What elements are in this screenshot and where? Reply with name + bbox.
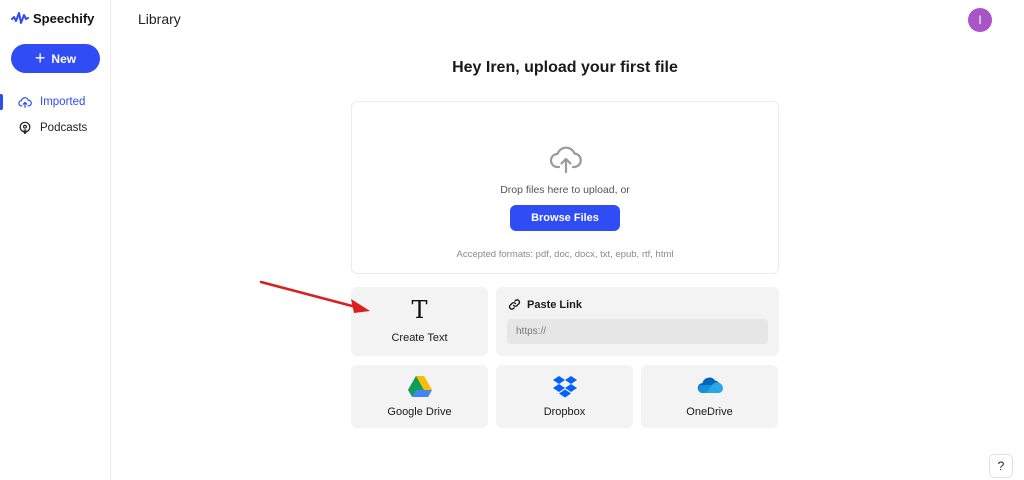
link-icon bbox=[508, 299, 521, 310]
paste-link-card: Paste Link bbox=[496, 287, 779, 356]
app-name: Speechify bbox=[33, 10, 95, 26]
onedrive-label: OneDrive bbox=[686, 406, 733, 418]
accepted-formats-text: Accepted formats: pdf, doc, docx, txt, e… bbox=[456, 249, 674, 260]
plus-icon: + bbox=[34, 47, 46, 68]
browse-files-button[interactable]: Browse Files bbox=[510, 205, 620, 231]
onedrive-card[interactable]: OneDrive bbox=[641, 365, 778, 428]
drop-files-text: Drop files here to upload, or bbox=[500, 184, 630, 196]
cloud-upload-icon bbox=[18, 97, 32, 108]
sidebar-item-label: Imported bbox=[40, 96, 86, 108]
onedrive-icon bbox=[697, 377, 723, 394]
dropbox-label: Dropbox bbox=[543, 406, 586, 418]
paste-link-header: Paste Link bbox=[508, 298, 582, 311]
help-button[interactable]: ? bbox=[989, 454, 1013, 478]
google-drive-label: Google Drive bbox=[387, 406, 452, 418]
google-drive-card[interactable]: Google Drive bbox=[351, 365, 488, 428]
cloud-upload-icon bbox=[549, 146, 582, 174]
new-button-label: New bbox=[51, 51, 77, 66]
app-root: Speechify + New Imported Podcasts Librar… bbox=[0, 0, 1024, 480]
sidebar: Speechify + New Imported Podcasts bbox=[0, 0, 111, 480]
create-text-label: Create Text bbox=[391, 332, 448, 344]
upload-dropzone[interactable]: Drop files here to upload, or Browse Fil… bbox=[351, 101, 779, 274]
url-input[interactable] bbox=[507, 319, 768, 344]
sidebar-item-label: Podcasts bbox=[40, 122, 88, 134]
dropbox-card[interactable]: Dropbox bbox=[496, 365, 633, 428]
page-title: Library bbox=[138, 11, 181, 27]
sidebar-item-imported[interactable]: Imported bbox=[0, 91, 110, 113]
sidebar-item-podcasts[interactable]: Podcasts bbox=[0, 117, 110, 139]
speechify-logo-icon bbox=[11, 12, 29, 24]
annotation-arrow bbox=[259, 280, 370, 313]
new-button[interactable]: + New bbox=[11, 44, 100, 73]
paste-link-label: Paste Link bbox=[527, 298, 583, 311]
dropbox-icon bbox=[552, 376, 577, 398]
podcast-icon bbox=[19, 121, 31, 134]
avatar[interactable]: I bbox=[968, 8, 992, 32]
google-drive-icon bbox=[407, 376, 432, 397]
speechify-logo[interactable]: Speechify bbox=[11, 10, 94, 26]
welcome-headline: Hey Iren, upload your first file bbox=[452, 59, 678, 76]
